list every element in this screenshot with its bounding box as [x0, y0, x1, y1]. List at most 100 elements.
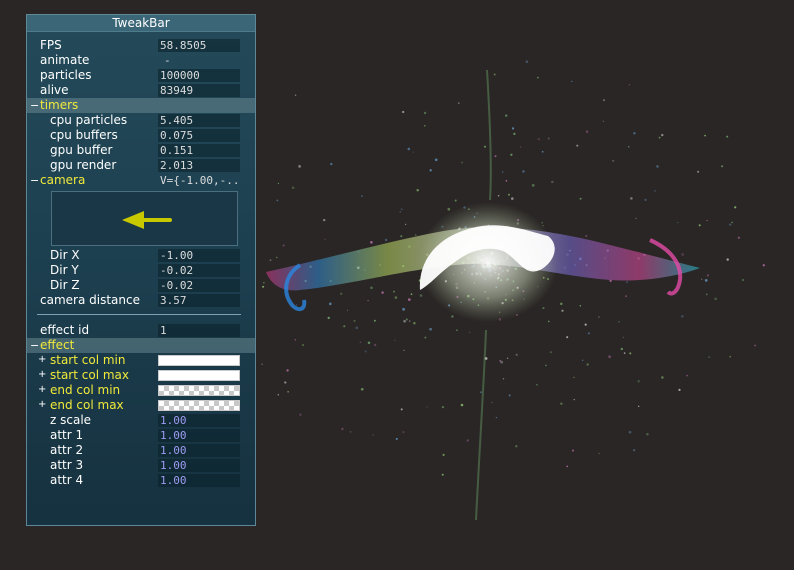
particle-dot [721, 165, 724, 168]
particle-dot [497, 194, 500, 197]
color-row-end-max[interactable]: + end col max [27, 398, 255, 413]
group-timers[interactable]: − timers [27, 98, 255, 113]
color-label: start col max [50, 368, 129, 382]
particle-dot [729, 223, 732, 226]
particle-dot [628, 84, 631, 86]
particle-dot [451, 315, 454, 318]
dir-value[interactable]: -0.02 [158, 264, 240, 277]
collapse-icon[interactable]: − [30, 338, 39, 353]
particle-dot [328, 302, 332, 306]
param-value[interactable]: 1.00 [158, 429, 240, 442]
expand-icon[interactable]: + [38, 352, 47, 367]
particle-dot [402, 430, 405, 434]
particle-dot [286, 369, 289, 372]
param-row[interactable]: attr 4 1.00 [27, 473, 255, 488]
particle-dot [384, 238, 388, 242]
particle-dot [541, 221, 544, 224]
particle-dot [656, 165, 659, 168]
dir-row[interactable]: Dir Z -0.02 [27, 278, 255, 293]
particle-dot [327, 316, 330, 320]
stat-row-particles: particles 100000 [27, 68, 255, 83]
particle-dot [367, 299, 369, 302]
particle-dot [466, 439, 469, 442]
group-effect[interactable]: − effect [27, 338, 255, 353]
collapse-icon[interactable]: − [30, 98, 39, 113]
color-swatch[interactable] [158, 355, 240, 366]
particle-dot [405, 318, 408, 321]
color-row-start-max[interactable]: + start col max [27, 368, 255, 383]
param-label: attr 2 [50, 443, 84, 457]
particle-dot [620, 347, 623, 351]
param-value[interactable]: 1.00 [158, 414, 240, 427]
particle-dot [291, 186, 295, 190]
color-swatch[interactable] [158, 400, 240, 411]
color-label: end col max [50, 398, 124, 412]
particle-dot [731, 221, 733, 224]
param-value[interactable]: 1.00 [158, 474, 240, 487]
direction-widget[interactable] [51, 191, 238, 246]
tweakbar-panel[interactable]: TweakBar FPS 58.8505 animate - particles… [26, 14, 256, 526]
color-row-end-min[interactable]: + end col min [27, 383, 255, 398]
dir-value[interactable]: -1.00 [158, 249, 240, 262]
particle-dot [635, 217, 637, 219]
param-value[interactable]: 1.00 [158, 459, 240, 472]
particle-dot [403, 349, 405, 352]
dir-value[interactable]: -0.02 [158, 279, 240, 292]
particle-dot [547, 320, 550, 323]
effect-id-value[interactable]: 1 [158, 324, 240, 337]
particle-dot [502, 171, 504, 173]
effect-id-row[interactable]: effect id 1 [27, 323, 255, 338]
particle-dot [426, 406, 428, 408]
param-label: attr 3 [50, 458, 84, 472]
particle-dot [542, 307, 545, 310]
particle-dot [622, 336, 625, 339]
camera-distance-row[interactable]: camera distance 3.57 [27, 293, 255, 308]
stat-row-animate[interactable]: animate - [27, 53, 255, 68]
animate-toggle[interactable]: - [158, 54, 240, 67]
particle-dot [261, 363, 263, 365]
particle-dot [458, 102, 460, 104]
particle-dot [549, 351, 553, 354]
particle-dot [541, 150, 544, 153]
collapse-icon[interactable]: − [30, 173, 39, 188]
particle-dot [324, 238, 326, 241]
param-row[interactable]: attr 2 1.00 [27, 443, 255, 458]
particle-dot [537, 138, 540, 141]
expand-icon[interactable]: + [38, 382, 47, 397]
param-row[interactable]: attr 1 1.00 [27, 428, 255, 443]
group-label: camera [40, 173, 86, 187]
particle-dot [519, 146, 522, 148]
particle-dot [697, 170, 700, 173]
particle-dot [381, 291, 384, 294]
tweakbar-title[interactable]: TweakBar [27, 15, 255, 32]
param-row[interactable]: z scale 1.00 [27, 413, 255, 428]
param-label: attr 1 [50, 428, 84, 442]
particle-dot [346, 309, 349, 311]
particle-dot [402, 110, 405, 114]
color-swatch[interactable] [158, 385, 240, 396]
dir-row[interactable]: Dir Y -0.02 [27, 263, 255, 278]
particle-dot [395, 437, 398, 440]
particle-dot [364, 350, 367, 353]
color-row-start-min[interactable]: + start col min [27, 353, 255, 368]
particle-dot [737, 236, 741, 239]
timer-value: 0.075 [158, 129, 240, 142]
particle-dot [644, 198, 647, 202]
camera-distance-value[interactable]: 3.57 [158, 294, 240, 307]
arrow-left-icon[interactable] [52, 192, 237, 245]
param-row[interactable]: attr 3 1.00 [27, 458, 255, 473]
color-swatch[interactable] [158, 370, 240, 381]
particle-dot [536, 76, 539, 79]
particle-dot [515, 353, 518, 356]
particle-dot [494, 155, 497, 158]
group-camera[interactable]: − camera V={-1.00,-.. [27, 173, 255, 188]
particle-dot [571, 80, 573, 83]
particle-dot [410, 293, 413, 296]
param-value[interactable]: 1.00 [158, 444, 240, 457]
particle-dot [277, 394, 279, 396]
expand-icon[interactable]: + [38, 367, 47, 382]
dir-row[interactable]: Dir X -1.00 [27, 248, 255, 263]
expand-icon[interactable]: + [38, 397, 47, 412]
particle-dot [394, 339, 396, 341]
particle-dot [263, 281, 265, 284]
